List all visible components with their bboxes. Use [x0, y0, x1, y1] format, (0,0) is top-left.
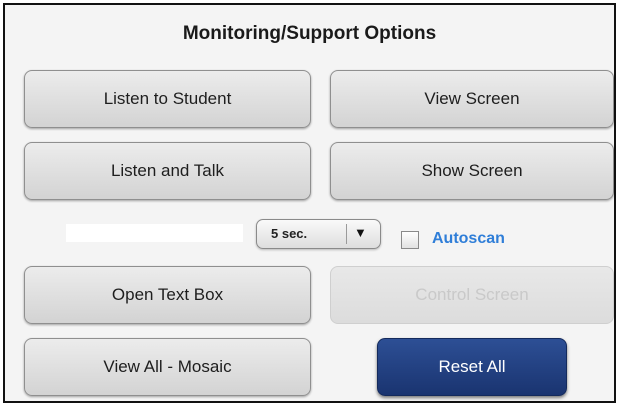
select-divider: [346, 224, 347, 244]
reset-all-button[interactable]: Reset All: [377, 338, 567, 396]
autoscan-interval-select[interactable]: 5 sec. ▼: [256, 219, 381, 249]
monitoring-support-panel: Monitoring/Support Options Listen to Stu…: [3, 3, 616, 403]
panel-title: Monitoring/Support Options: [182, 23, 437, 44]
control-screen-button: Control Screen: [330, 266, 614, 324]
autoscan-interval-value: 5 sec.: [271, 226, 308, 241]
autoscan-checkbox[interactable]: [401, 231, 419, 249]
autoscan-label[interactable]: Autoscan: [432, 230, 505, 248]
show-screen-button[interactable]: Show Screen: [330, 142, 614, 200]
student-name-field: [66, 224, 243, 242]
view-all-mosaic-button[interactable]: View All - Mosaic: [24, 338, 311, 396]
listen-and-talk-button[interactable]: Listen and Talk: [24, 142, 311, 200]
chevron-down-icon[interactable]: ▼: [354, 225, 367, 240]
listen-to-student-button[interactable]: Listen to Student: [24, 70, 311, 128]
view-screen-button[interactable]: View Screen: [330, 70, 614, 128]
open-text-box-button[interactable]: Open Text Box: [24, 266, 311, 324]
